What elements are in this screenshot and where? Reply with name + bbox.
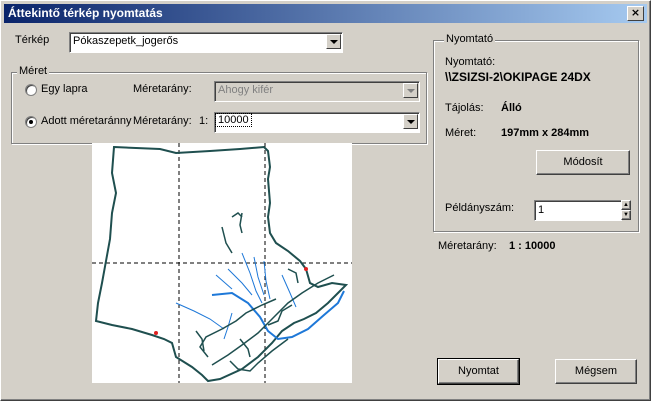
copies-value: 1: [538, 204, 545, 216]
copies-label: Példányszám:: [445, 202, 515, 214]
modify-button-label: Módosít: [563, 156, 603, 168]
orientation-value: Álló: [501, 102, 522, 114]
printer-name: \\ZSIZSI-2\OKIPAGE 24DX: [445, 70, 591, 84]
print-button-label: Nyomtat: [458, 365, 499, 377]
map-marker-1: [304, 267, 308, 271]
road-7: [287, 268, 299, 284]
municipality-boundary: [94, 145, 349, 383]
fit-scale-label: Méretarány:: [133, 83, 192, 95]
map-select-value: Pókaszepetk_jogerős: [73, 35, 179, 47]
title-bar[interactable]: Áttekintő térkép nyomtatás ×: [4, 4, 647, 23]
scale-prefix: 1:: [199, 115, 209, 127]
water-branch-1: [241, 252, 263, 304]
page-grid: [92, 143, 352, 383]
map-label: Térkép: [15, 34, 50, 46]
scale-summary-label: Méretarány:: [438, 240, 497, 252]
copies-input[interactable]: 1: [534, 200, 622, 221]
road-10: [239, 338, 251, 358]
chevron-down-icon[interactable]: [326, 34, 341, 49]
scale-summary-value: 1 : 10000: [509, 240, 556, 252]
fit-scale-select: Ahogy kifér: [214, 81, 420, 102]
copies-increment-button[interactable]: ▲: [621, 200, 631, 210]
water-branch-4: [227, 268, 253, 296]
print-button[interactable]: Nyomtat: [437, 358, 520, 385]
water-branch-6: [175, 302, 225, 330]
size-group-title: Méret: [17, 65, 50, 77]
map-preview-drawing: [92, 143, 352, 383]
radio-given-scale-label[interactable]: Adott méretaránny: [41, 115, 132, 127]
map-preview: [92, 143, 352, 383]
water-network: [175, 252, 345, 341]
orientation-label: Tájolás:: [445, 102, 484, 114]
radio-given-scale[interactable]: [25, 116, 37, 128]
cancel-button[interactable]: Mégsem: [555, 359, 637, 384]
copies-decrement-button[interactable]: ▼: [621, 210, 631, 220]
chevron-down-icon: [403, 83, 418, 98]
scale-value[interactable]: 10000: [215, 113, 252, 127]
scale-label: Méretarány:: [133, 115, 192, 127]
chevron-down-icon: ▼: [623, 212, 629, 218]
road-4: [221, 226, 233, 254]
radio-fit-page[interactable]: [25, 84, 37, 96]
road-8: [267, 304, 293, 326]
map-marker-2: [154, 331, 158, 335]
road-5: [231, 212, 243, 218]
printer-group-title: Nyomtató: [444, 33, 496, 45]
radio-fit-page-label[interactable]: Egy lapra: [41, 83, 87, 95]
scale-select[interactable]: 10000: [214, 112, 420, 133]
map-select[interactable]: Pókaszepetk_jogerős: [69, 32, 343, 53]
printer-label: Nyomtató:: [445, 56, 496, 68]
close-icon: ×: [630, 6, 641, 19]
map-markers: [154, 267, 308, 335]
fit-scale-value: Ahogy kifér: [218, 84, 274, 96]
modify-button[interactable]: Módosít: [536, 150, 630, 175]
size-value: 197mm x 284mm: [501, 127, 590, 139]
window-title: Áttekintő térkép nyomtatás: [8, 6, 163, 20]
size-label: Méret:: [445, 127, 477, 139]
chevron-down-icon[interactable]: [403, 114, 418, 129]
chevron-up-icon: ▲: [623, 202, 629, 208]
close-button[interactable]: ×: [627, 6, 644, 21]
dialog-window: Áttekintő térkép nyomtatás × Térkép Póka…: [0, 0, 651, 401]
water-branch-5: [215, 274, 233, 290]
cancel-button-label: Mégsem: [574, 365, 618, 377]
